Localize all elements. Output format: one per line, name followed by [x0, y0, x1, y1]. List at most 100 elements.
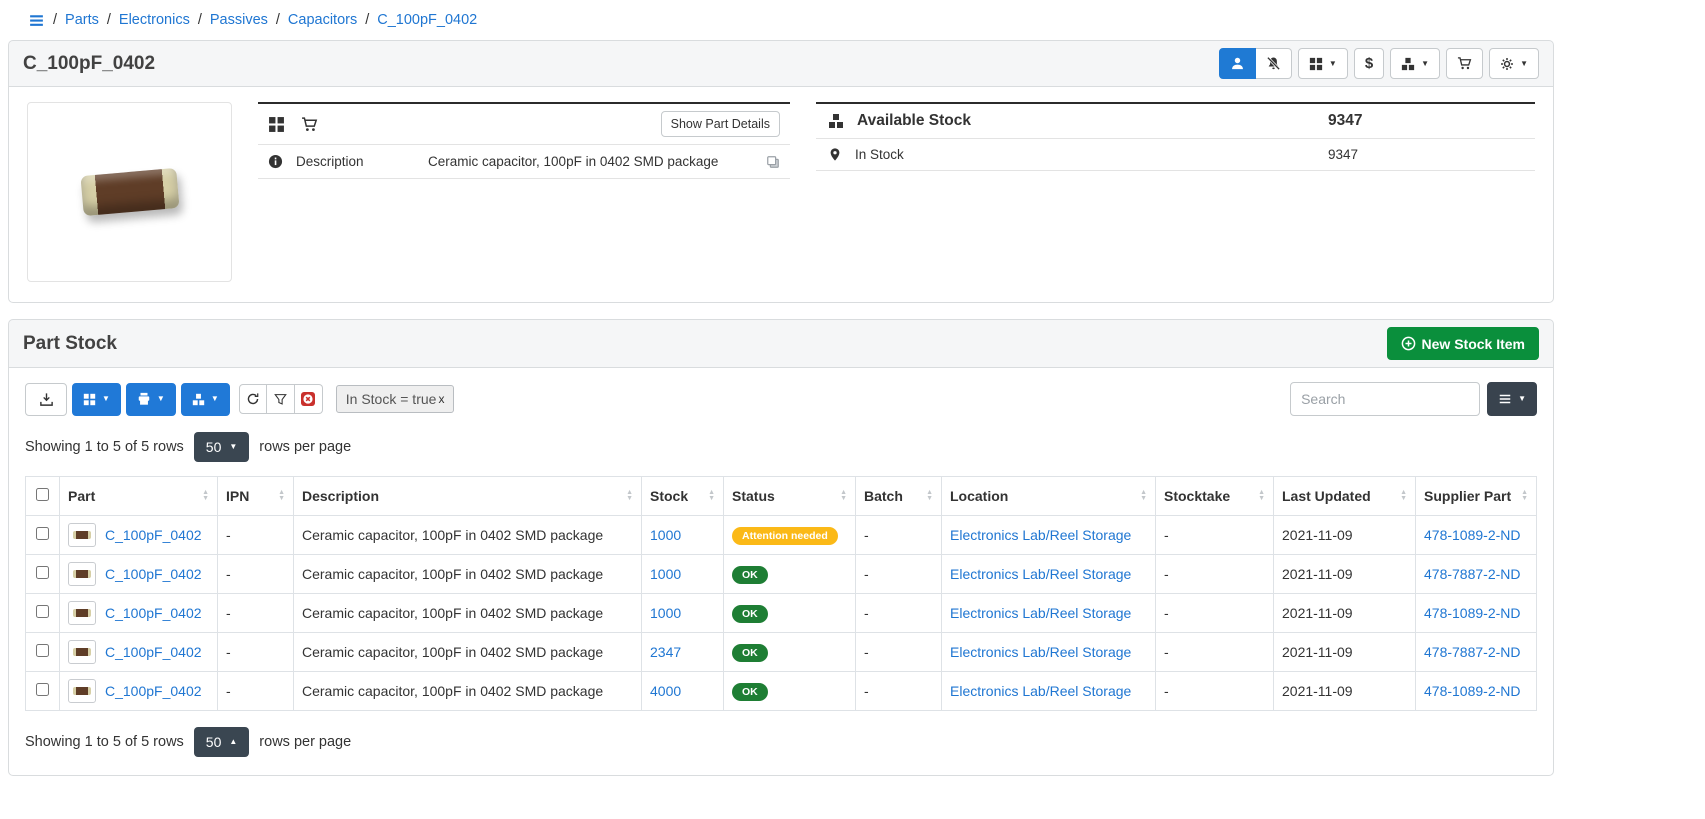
plus-circle-icon — [1401, 336, 1416, 351]
breadcrumb-separator: / — [365, 12, 369, 28]
row-checkbox[interactable] — [36, 644, 49, 657]
row-checkbox[interactable] — [36, 605, 49, 618]
pricing-button[interactable]: $ — [1354, 48, 1384, 79]
part-image[interactable] — [27, 102, 232, 282]
supplier-part-link[interactable]: 478-1089-2-ND — [1424, 683, 1521, 699]
details-grid-icon[interactable] — [268, 116, 285, 133]
location-link[interactable]: Electronics Lab/Reel Storage — [950, 605, 1131, 621]
circle-x-icon — [300, 391, 316, 407]
sort-icon[interactable]: ▲▼ — [626, 490, 633, 502]
sort-icon[interactable]: ▲▼ — [1400, 490, 1407, 502]
list-icon — [1498, 392, 1512, 406]
chevron-down-icon: ▼ — [1518, 395, 1526, 403]
sort-icon[interactable]: ▲▼ — [278, 490, 285, 502]
supplier-part-link[interactable]: 478-7887-2-ND — [1424, 566, 1521, 582]
hamburger-icon[interactable] — [28, 12, 45, 29]
showing-rows-text: Showing 1 to 5 of 5 rows — [25, 734, 184, 750]
grid-icon — [83, 393, 96, 406]
download-button[interactable] — [25, 383, 67, 416]
batch-cell: - — [856, 672, 942, 711]
barcode-actions-dropdown-table[interactable]: ▼ — [72, 383, 121, 416]
stock-link[interactable]: 1000 — [650, 566, 681, 582]
clear-filters-button[interactable] — [295, 384, 323, 414]
column-header-ipn[interactable]: IPN▲▼ — [218, 477, 294, 516]
stock-link[interactable]: 4000 — [650, 683, 681, 699]
filter-chip-remove[interactable]: x — [438, 392, 444, 406]
select-all-checkbox[interactable] — [36, 488, 49, 501]
last-updated-cell: 2021-11-09 — [1274, 555, 1416, 594]
stocktake-cell: - — [1156, 594, 1274, 633]
copy-icon[interactable] — [766, 155, 780, 169]
printer-icon — [137, 392, 151, 406]
part-actions-dropdown[interactable]: ▼ — [1489, 48, 1539, 79]
columns-toggle-dropdown[interactable]: ▼ — [1487, 382, 1537, 416]
barcode-actions-dropdown[interactable]: ▼ — [1298, 48, 1348, 79]
location-pin-icon — [828, 147, 842, 162]
stock-actions-dropdown[interactable]: ▼ — [1390, 48, 1440, 79]
part-link[interactable]: C_100pF_0402 — [105, 566, 202, 582]
last-updated-cell: 2021-11-09 — [1274, 633, 1416, 672]
part-link[interactable]: C_100pF_0402 — [105, 644, 202, 660]
column-header-stock[interactable]: Stock▲▼ — [642, 477, 724, 516]
column-header-batch[interactable]: Batch▲▼ — [856, 477, 942, 516]
location-link[interactable]: Electronics Lab/Reel Storage — [950, 644, 1131, 660]
location-link[interactable]: Electronics Lab/Reel Storage — [950, 527, 1131, 543]
location-link[interactable]: Electronics Lab/Reel Storage — [950, 683, 1131, 699]
ipn-cell: - — [218, 594, 294, 633]
print-actions-dropdown[interactable]: ▼ — [126, 383, 176, 416]
search-input[interactable] — [1290, 382, 1480, 416]
page-size-dropdown[interactable]: 50 ▲ — [194, 727, 250, 757]
supplier-part-link[interactable]: 478-7887-2-ND — [1424, 644, 1521, 660]
supplier-part-link[interactable]: 478-1089-2-ND — [1424, 527, 1521, 543]
column-header-stocktake[interactable]: Stocktake▲▼ — [1156, 477, 1274, 516]
breadcrumb-link-passives[interactable]: Passives — [210, 12, 268, 28]
refresh-button[interactable] — [239, 384, 267, 414]
stock-options-dropdown[interactable]: ▼ — [181, 383, 230, 416]
stock-link[interactable]: 2347 — [650, 644, 681, 660]
breadcrumb-link-capacitors[interactable]: Capacitors — [288, 12, 357, 28]
sort-icon[interactable]: ▲▼ — [1140, 490, 1147, 502]
row-checkbox[interactable] — [36, 566, 49, 579]
show-part-details-button[interactable]: Show Part Details — [661, 111, 780, 137]
column-header-last-updated[interactable]: Last Updated▲▼ — [1274, 477, 1416, 516]
supplier-part-link[interactable]: 478-1089-2-ND — [1424, 605, 1521, 621]
row-checkbox[interactable] — [36, 683, 49, 696]
sort-icon[interactable]: ▲▼ — [926, 490, 933, 502]
table-toolbar: ▼ ▼ ▼ — [25, 382, 1537, 416]
description-row: Description Ceramic capacitor, 100pF in … — [258, 145, 790, 179]
in-stock-row: In Stock 9347 — [816, 139, 1535, 171]
funnel-icon — [274, 393, 287, 406]
sort-icon[interactable]: ▲▼ — [1258, 490, 1265, 502]
sort-icon[interactable]: ▲▼ — [708, 490, 715, 502]
filter-button[interactable] — [267, 384, 295, 414]
sort-icon[interactable]: ▲▼ — [202, 490, 209, 502]
user-actions-button[interactable] — [1219, 48, 1256, 79]
column-header-status[interactable]: Status▲▼ — [724, 477, 856, 516]
stock-link[interactable]: 1000 — [650, 527, 681, 543]
part-link[interactable]: C_100pF_0402 — [105, 527, 202, 543]
breadcrumb-link-electronics[interactable]: Electronics — [119, 12, 190, 28]
breadcrumb-link-current-part[interactable]: C_100pF_0402 — [377, 12, 477, 28]
column-header-part[interactable]: Part▲▼ — [60, 477, 218, 516]
unsubscribe-button[interactable] — [1256, 48, 1292, 79]
stock-link[interactable]: 1000 — [650, 605, 681, 621]
column-header-supplier-part[interactable]: Supplier Part▲▼ — [1416, 477, 1537, 516]
new-stock-item-button[interactable]: New Stock Item — [1387, 327, 1539, 360]
part-link[interactable]: C_100pF_0402 — [105, 683, 202, 699]
page-size-dropdown[interactable]: 50 ▼ — [194, 432, 250, 462]
part-link[interactable]: C_100pF_0402 — [105, 605, 202, 621]
location-link[interactable]: Electronics Lab/Reel Storage — [950, 566, 1131, 582]
column-header-description[interactable]: Description▲▼ — [294, 477, 642, 516]
order-actions-button[interactable] — [1446, 48, 1483, 79]
breadcrumb-link-parts[interactable]: Parts — [65, 12, 99, 28]
last-updated-cell: 2021-11-09 — [1274, 594, 1416, 633]
dollar-icon: $ — [1365, 56, 1373, 71]
column-header-location[interactable]: Location▲▼ — [942, 477, 1156, 516]
row-checkbox[interactable] — [36, 527, 49, 540]
part-stock-header: Part Stock New Stock Item — [8, 319, 1554, 368]
chevron-down-icon: ▼ — [1329, 60, 1337, 68]
sort-icon[interactable]: ▲▼ — [840, 490, 847, 502]
suppliers-cart-icon[interactable] — [301, 116, 318, 133]
sort-icon[interactable]: ▲▼ — [1521, 490, 1528, 502]
status-badge: OK — [732, 683, 768, 701]
